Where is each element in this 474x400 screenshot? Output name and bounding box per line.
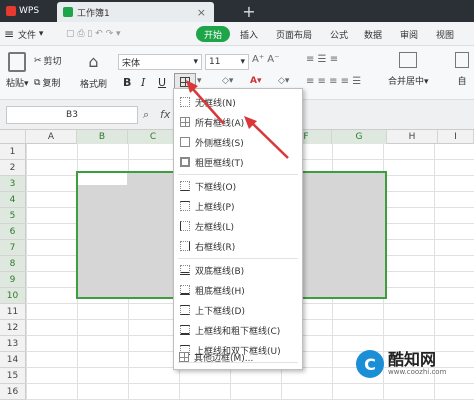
coozhi-logo-icon: C bbox=[356, 350, 384, 378]
watermark-brand: 酷知网 bbox=[388, 350, 437, 369]
arrow-to-all-borders bbox=[244, 116, 289, 159]
watermark: C 酷知网 www.coozhi.com bbox=[356, 346, 468, 382]
arrow-to-border-button bbox=[186, 80, 225, 125]
annotation-arrows bbox=[186, 80, 289, 159]
watermark-url: www.coozhi.com bbox=[388, 368, 447, 376]
